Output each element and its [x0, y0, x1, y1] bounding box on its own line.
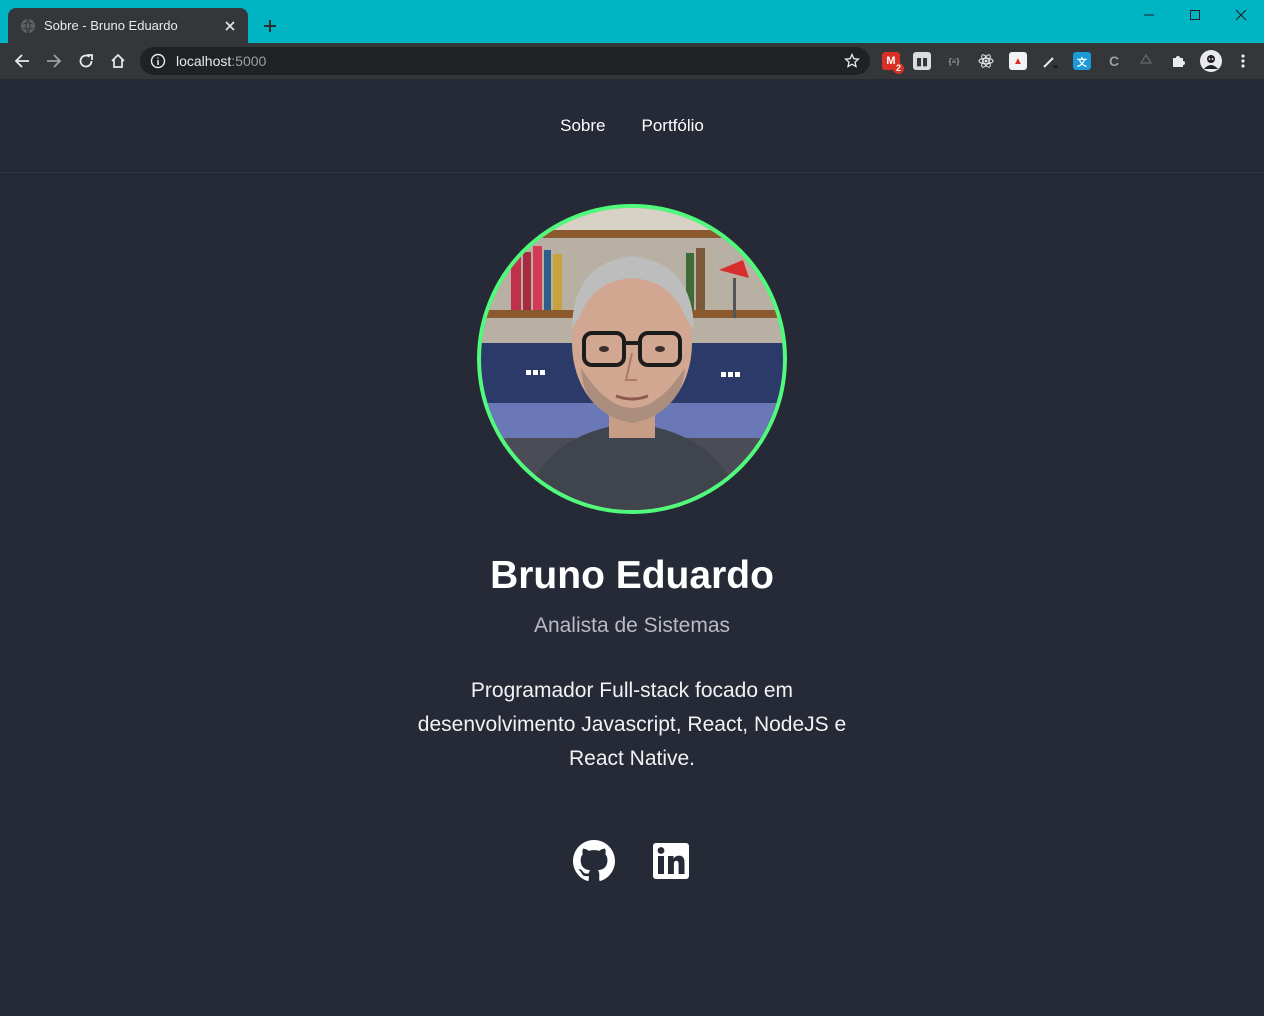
bookmark-star-icon[interactable]	[844, 53, 860, 69]
maximize-icon	[1190, 10, 1200, 20]
linkedin-icon	[653, 843, 689, 879]
eyedropper-extension-icon[interactable]	[1041, 52, 1059, 70]
github-link[interactable]	[572, 839, 616, 883]
profile-photo	[481, 208, 783, 510]
url-port: :5000	[231, 53, 267, 69]
profile-avatar	[477, 204, 787, 514]
profile-name: Bruno Eduardo	[490, 554, 774, 597]
react-devtools-icon[interactable]	[977, 52, 995, 70]
address-bar[interactable]: localhost:5000	[140, 47, 870, 75]
close-tab-icon[interactable]	[222, 18, 238, 34]
gmail-badge: 2	[892, 63, 904, 74]
arrow-right-icon	[47, 54, 62, 68]
nav-link-sobre[interactable]: Sobre	[560, 116, 605, 136]
linkedin-link[interactable]	[649, 839, 693, 883]
arrow-left-icon	[14, 54, 29, 68]
browser-tab[interactable]: Sobre - Bruno Eduardo	[8, 8, 248, 43]
translate-extension-icon[interactable]: 文	[1073, 52, 1091, 70]
json-viewer-extension-icon[interactable]: {≡}	[945, 52, 963, 70]
globe-icon	[21, 18, 35, 33]
browser-menu-button[interactable]	[1234, 52, 1252, 70]
browser-toolbar: localhost:5000 M 2 ▮▮ {≡} ▲ 文 C	[0, 43, 1264, 79]
plus-icon	[264, 20, 276, 32]
tab-title: Sobre - Bruno Eduardo	[44, 18, 178, 33]
more-vert-icon	[1241, 54, 1245, 68]
url-host: localhost	[176, 53, 232, 69]
recycle-extension-icon[interactable]	[1137, 52, 1155, 70]
site-nav: Sobre Portfólio	[0, 79, 1264, 173]
close-window-button[interactable]	[1218, 0, 1264, 30]
minimize-icon	[1144, 14, 1154, 16]
profile-avatar-icon[interactable]	[1200, 50, 1222, 72]
new-tab-button[interactable]	[258, 14, 282, 38]
extensions-puzzle-icon[interactable]	[1169, 52, 1187, 70]
browser-titlebar: Sobre - Bruno Eduardo	[0, 0, 1264, 43]
home-button[interactable]	[106, 49, 130, 73]
gmail-extension-icon[interactable]: M 2	[882, 52, 904, 74]
nav-link-portfolio[interactable]: Portfólio	[642, 116, 704, 136]
maximize-button[interactable]	[1172, 0, 1218, 30]
close-icon	[1235, 9, 1247, 21]
reload-icon	[79, 54, 93, 68]
back-button[interactable]	[10, 49, 34, 73]
github-icon	[573, 840, 615, 881]
minimize-button[interactable]	[1126, 0, 1172, 30]
page-content: Sobre Portfólio Bruno Eduardo Analista d…	[0, 79, 1264, 1016]
profile-bio: Programador Full-stack focado em desenvo…	[417, 679, 847, 770]
trello-extension-icon[interactable]: ▮▮	[913, 52, 931, 70]
colorzilla-extension-icon[interactable]: ▲	[1009, 52, 1027, 70]
reload-button[interactable]	[74, 49, 98, 73]
forward-button[interactable]	[42, 49, 66, 73]
profile-role: Analista de Sistemas	[533, 614, 731, 637]
info-icon[interactable]	[150, 53, 166, 69]
css-extension-icon[interactable]: C	[1105, 52, 1123, 70]
home-icon	[111, 53, 125, 68]
